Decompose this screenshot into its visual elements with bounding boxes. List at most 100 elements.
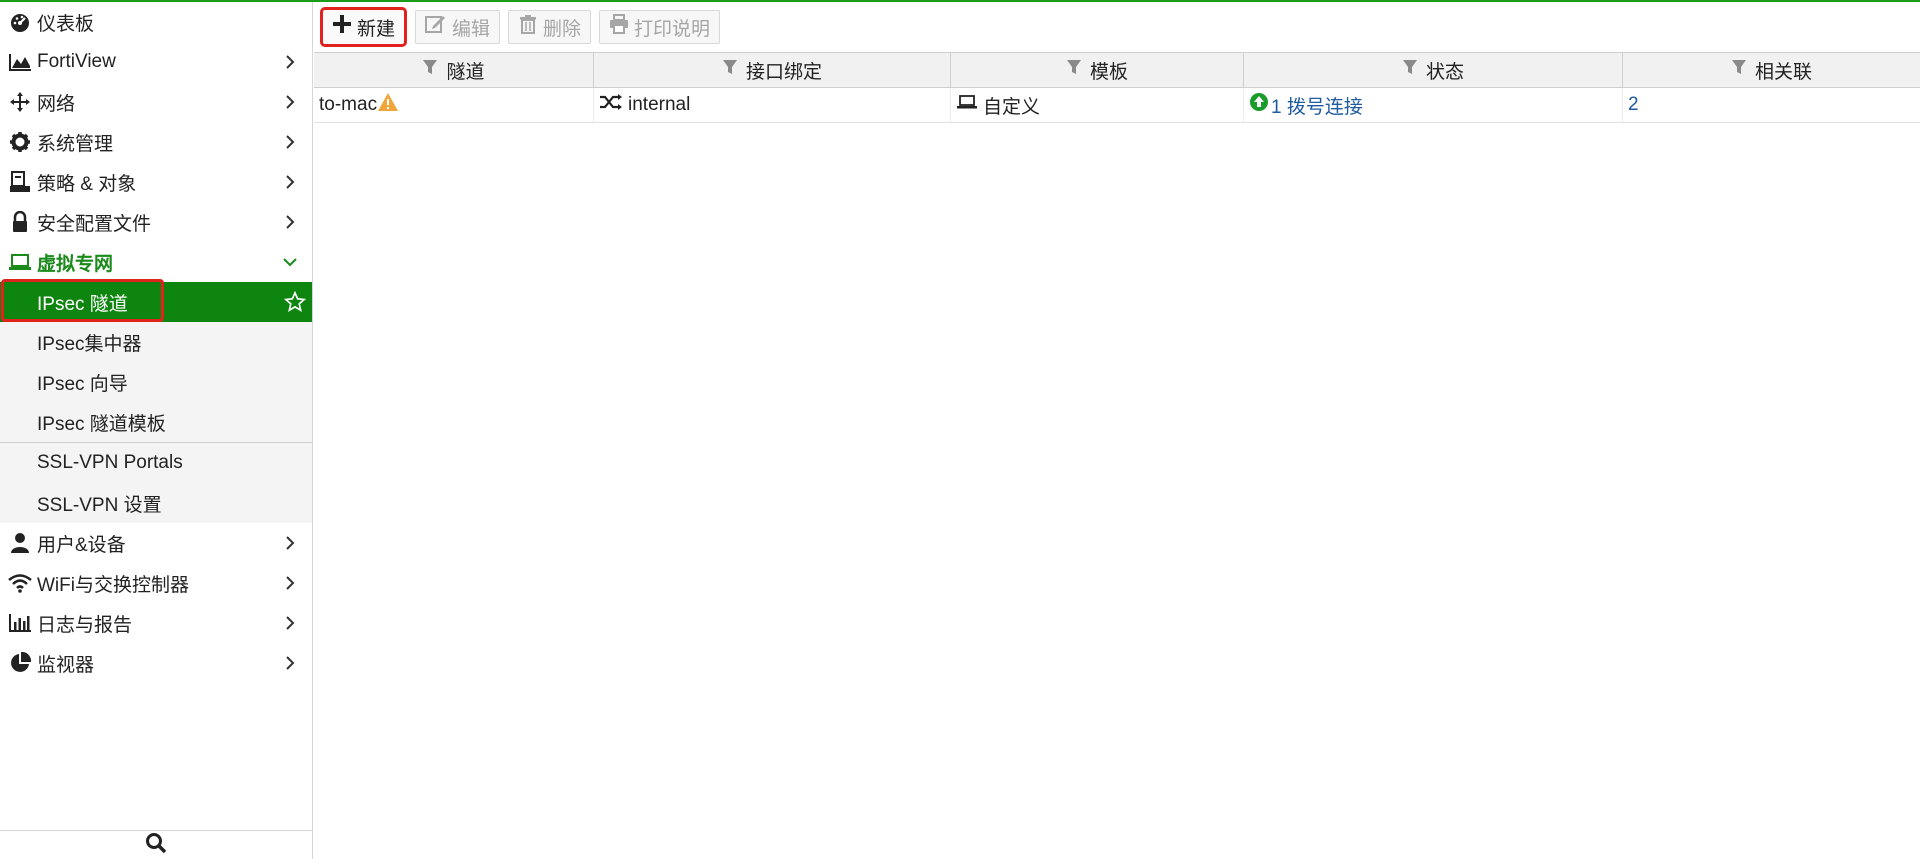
sidebar-subitem-ipsec-tunnels[interactable]: IPsec 隧道 [0,282,312,322]
chevron-right-icon [280,132,300,152]
sidebar-item-dashboard[interactable]: 仪表板 [0,2,312,42]
trash-icon [518,14,538,40]
edit-icon [425,14,447,40]
user-icon [8,531,32,555]
sidebar-item-label: 仪表板 [37,13,95,35]
table-row[interactable]: to-mac internal 自定义 1 拨号连接 2 [314,88,1920,123]
new-button[interactable]: 新建 [320,7,408,47]
sidebar-item-security-profiles[interactable]: 安全配置文件 [0,202,312,242]
filter-icon[interactable] [1066,59,1082,81]
table-header: 隧道 接口绑定 模板 状态 相关联 [314,52,1920,88]
delete-button-label: 删除 [543,18,582,40]
chevron-right-icon [280,92,300,112]
chevron-right-icon [280,52,300,72]
print-button-label: 打印说明 [634,18,711,40]
lock-icon [8,210,32,234]
column-header-status[interactable]: 状态 [1244,53,1623,87]
printer-icon [609,14,629,40]
delete-button[interactable]: 删除 [508,10,592,44]
sidebar-item-label: 日志与报告 [37,614,133,636]
column-header-label: 模板 [1089,61,1128,83]
sidebar-item-vpn[interactable]: 虚拟专网 [0,242,312,282]
column-header-references[interactable]: 相关联 [1623,53,1920,87]
column-header-tunnel[interactable]: 隧道 [314,53,594,87]
warning-icon [377,92,399,118]
sidebar-item-log-report[interactable]: 日志与报告 [0,603,312,643]
tunnel-name: to-mac [319,94,378,115]
laptop-icon [956,94,978,116]
sidebar-subitem-label: SSL-VPN 设置 [37,494,162,516]
sidebar-item-wifi-switch[interactable]: WiFi与交换控制器 [0,563,312,603]
edit-button-label: 编辑 [452,18,491,40]
arrows-move-icon [8,90,32,114]
shuffle-icon [599,93,623,117]
sidebar-item-fortiview[interactable]: FortiView [0,42,312,82]
gear-icon [8,130,32,154]
sidebar-subitem-ipsec-concentrator[interactable]: IPsec集中器 [0,322,312,362]
policy-icon [8,170,32,194]
sidebar-subitem-label: SSL-VPN Portals [37,452,183,473]
cell-tunnel: to-mac [314,88,594,122]
sidebar-subitem-label: IPsec 隧道模板 [37,413,166,435]
laptop-icon [8,250,32,274]
column-header-label: 状态 [1425,61,1464,83]
sidebar-subitem-label: IPsec 向导 [37,373,128,395]
sidebar-subitem-ipsec-templates[interactable]: IPsec 隧道模板 [0,402,312,442]
sidebar-item-label: 用户&设备 [37,534,126,556]
sidebar-subitem-sslvpn-settings[interactable]: SSL-VPN 设置 [0,483,312,523]
column-header-label: 相关联 [1754,61,1812,83]
toolbar: 新建 编辑 删除 打印说明 [314,7,721,47]
cell-interface: internal [594,88,951,122]
chevron-right-icon [280,613,300,633]
search-icon[interactable] [145,832,167,859]
sidebar-item-monitor[interactable]: 监视器 [0,643,312,683]
wifi-icon [8,571,32,595]
sidebar-item-label: FortiView [37,51,116,72]
column-header-template[interactable]: 模板 [951,53,1244,87]
filter-icon[interactable] [1731,59,1747,81]
star-icon[interactable] [283,290,307,319]
sidebar-item-label: 系统管理 [37,133,114,155]
sidebar-subitem-ipsec-wizard[interactable]: IPsec 向导 [0,362,312,402]
sidebar-item-network[interactable]: 网络 [0,82,312,122]
references-link[interactable]: 2 [1628,94,1639,116]
chevron-right-icon [280,573,300,593]
chevron-down-icon [280,252,300,272]
sidebar-item-label: 策略 & 对象 [37,173,137,195]
column-header-interface[interactable]: 接口绑定 [594,53,951,87]
cell-status: 1 拨号连接 [1244,88,1623,122]
sidebar-subitem-label: IPsec 隧道 [37,293,128,315]
sidebar-item-label: 网络 [37,93,76,115]
bar-chart-icon [8,611,32,635]
chevron-right-icon [280,653,300,673]
sidebar-item-users-devices[interactable]: 用户&设备 [0,523,312,563]
column-header-label: 接口绑定 [745,61,822,83]
filter-icon[interactable] [1402,59,1418,81]
sidebar-item-system[interactable]: 系统管理 [0,122,312,162]
template-name: 自定义 [983,96,1041,118]
chevron-right-icon [280,172,300,192]
column-header-label: 隧道 [446,61,485,83]
filter-icon[interactable] [722,59,738,81]
print-button[interactable]: 打印说明 [599,10,721,44]
cell-references: 2 [1623,88,1920,122]
sidebar-subitem-sslvpn-portals[interactable]: SSL-VPN Portals [0,443,312,483]
edit-button[interactable]: 编辑 [415,10,501,44]
sidebar-subitem-label: IPsec集中器 [37,333,142,355]
tunnel-table: 隧道 接口绑定 模板 状态 相关联 to-mac internal 自定义 1 … [314,52,1920,123]
interface-name: internal [628,94,691,115]
sidebar-item-policy[interactable]: 策略 & 对象 [0,162,312,202]
sidebar-item-label: WiFi与交换控制器 [37,574,189,596]
new-button-label: 新建 [357,18,396,40]
filter-icon[interactable] [422,59,438,81]
chevron-right-icon [280,533,300,553]
area-chart-icon [8,50,32,74]
sidebar-search[interactable] [0,830,312,859]
arrow-up-circle-icon [1249,92,1269,118]
sidebar-item-label: 安全配置文件 [37,213,152,235]
status-link[interactable]: 1 拨号连接 [1271,92,1363,119]
sidebar-nav: 仪表板 FortiView 网络 系统管理 策略 & 对象 安全配置文件 虚拟专… [0,2,313,859]
dashboard-icon [8,10,32,34]
pie-chart-icon [8,651,32,675]
cell-template: 自定义 [951,88,1244,122]
